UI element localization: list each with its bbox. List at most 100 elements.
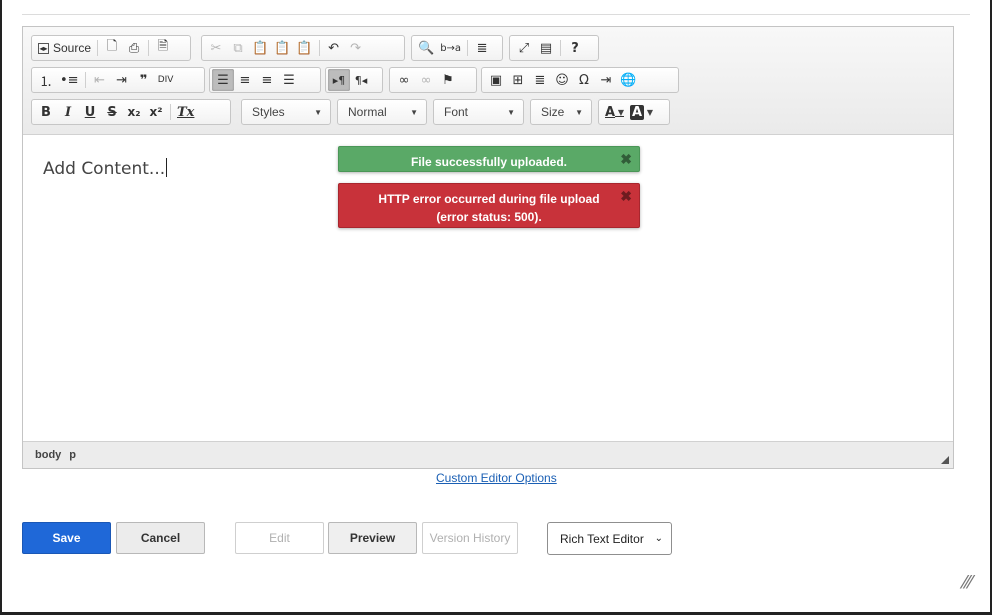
text-direction-ltr-icon[interactable]: ▸¶: [328, 69, 350, 91]
bg-color-icon: A: [630, 104, 645, 120]
align-justify-icon[interactable]: ☰: [278, 69, 300, 91]
align-left-icon[interactable]: ☰: [212, 69, 234, 91]
unlink-icon[interactable]: ∞: [415, 69, 437, 91]
preview-icon[interactable]: 🗋: [101, 37, 123, 59]
subscript-button[interactable]: x₂: [123, 101, 145, 123]
blockquote-icon[interactable]: ❞: [133, 69, 155, 91]
templates-icon[interactable]: 🗎: [152, 37, 174, 59]
toolbar-separator: [97, 40, 99, 56]
print-icon[interactable]: ⎙: [123, 37, 145, 59]
increase-indent-icon[interactable]: ⇥: [111, 69, 133, 91]
toolbar-group-document: ◂▸ Source 🗋 ⎙ 🗎: [31, 35, 191, 61]
replace-icon[interactable]: b→a: [437, 37, 464, 59]
image-icon[interactable]: ▣: [485, 69, 507, 91]
text-color-button[interactable]: A ▼: [602, 101, 627, 123]
chevron-down-icon: ▼: [615, 107, 624, 117]
source-button[interactable]: ◂▸ Source: [35, 37, 94, 59]
styles-dropdown[interactable]: Styles ▼: [241, 99, 331, 125]
bold-button[interactable]: B: [35, 101, 57, 123]
path-item-p[interactable]: p: [69, 449, 76, 461]
toolbar-separator: [318, 40, 320, 56]
strike-button[interactable]: S: [101, 101, 123, 123]
help-icon[interactable]: ?: [564, 37, 586, 59]
chevron-down-icon: ▼: [507, 107, 515, 117]
special-char-icon[interactable]: Ω: [573, 69, 595, 91]
superscript-button[interactable]: x²: [145, 101, 167, 123]
align-right-icon[interactable]: ≡: [256, 69, 278, 91]
paste-word-icon[interactable]: 📋: [293, 37, 315, 59]
horizontal-rule-icon[interactable]: ≣: [529, 69, 551, 91]
toolbar-separator: [148, 40, 150, 56]
editor-placeholder-text: Add Content...: [43, 159, 166, 179]
numbered-list-icon[interactable]: ⒈: [35, 69, 57, 91]
preview-button[interactable]: Preview: [328, 522, 417, 554]
error-notification: HTTP error occurred during file upload (…: [338, 183, 640, 228]
redo-icon[interactable]: ↷: [345, 37, 367, 59]
source-icon: ◂▸: [38, 42, 49, 54]
format-dropdown[interactable]: Normal ▼: [337, 99, 427, 125]
remove-format-button[interactable]: Tx: [174, 101, 197, 123]
editor-type-select[interactable]: Rich Text Editor ⌄: [547, 522, 672, 555]
editor-type-value: Rich Text Editor: [560, 531, 644, 546]
iframe-globe-icon[interactable]: 🌐: [617, 69, 639, 91]
decrease-indent-icon[interactable]: ⇤: [89, 69, 111, 91]
styles-dropdown-label: Styles: [252, 105, 285, 119]
chevron-down-icon: ▼: [314, 107, 322, 117]
chevron-down-icon: ▼: [575, 107, 583, 117]
paste-text-icon[interactable]: 📋: [271, 37, 293, 59]
editor-placeholder: Add Content...: [43, 158, 168, 179]
bg-color-button[interactable]: A ▼: [627, 101, 656, 123]
toolbar-group-colors: A ▼ A ▼: [598, 99, 670, 125]
chevron-down-icon: ▼: [410, 107, 418, 117]
italic-button[interactable]: I: [57, 101, 79, 123]
underline-button[interactable]: U: [79, 101, 101, 123]
toolbar-separator: [467, 40, 469, 56]
anchor-flag-icon[interactable]: ⚑: [437, 69, 459, 91]
find-icon[interactable]: 🔍: [415, 37, 437, 59]
editor-resize-handle[interactable]: [941, 456, 949, 464]
error-message: HTTP error occurred during file upload (…: [378, 192, 600, 224]
toolbar-group-align: ☰ ≡ ≡ ☰: [209, 67, 321, 93]
toolbar-group-tools: ⤢ ▤ ?: [509, 35, 599, 61]
create-div-icon[interactable]: DIV: [155, 69, 177, 91]
path-item-body[interactable]: body: [35, 449, 61, 461]
size-dropdown[interactable]: Size ▼: [530, 99, 592, 125]
toolbar-group-lists: ⒈ •≡ ⇤ ⇥ ❞ DIV: [31, 67, 205, 93]
show-blocks-icon[interactable]: ▤: [535, 37, 557, 59]
close-icon[interactable]: ✖: [620, 150, 632, 168]
spellcheck-icon[interactable]: ≣: [471, 37, 493, 59]
cut-icon[interactable]: ✂: [205, 37, 227, 59]
smiley-icon[interactable]: ☺: [551, 69, 573, 91]
close-icon[interactable]: ✖: [620, 187, 632, 205]
toolbar-group-clipboard: ✂ ⧉ 📋 📋 📋 ↶ ↷: [201, 35, 405, 61]
editor-toolbar: ◂▸ Source 🗋 ⎙ 🗎 ✂ ⧉ 📋 📋 📋 ↶ ↷ 🔍 b→a ≣ ⤢ …: [23, 27, 953, 135]
page-break-icon[interactable]: ⇥: [595, 69, 617, 91]
custom-editor-options-link[interactable]: Custom Editor Options: [436, 471, 557, 485]
toolbar-group-direction: ▸¶ ¶◂: [325, 67, 383, 93]
font-dropdown[interactable]: Font ▼: [433, 99, 524, 125]
toolbar-separator: [170, 104, 171, 120]
chevron-down-icon: ▼: [644, 107, 653, 117]
copy-icon[interactable]: ⧉: [227, 37, 249, 59]
align-center-icon[interactable]: ≡: [234, 69, 256, 91]
text-direction-rtl-icon[interactable]: ¶◂: [350, 69, 372, 91]
success-message: File successfully uploaded.: [410, 155, 568, 169]
chevron-down-icon: ⌄: [654, 533, 663, 544]
format-dropdown-label: Normal: [348, 105, 387, 119]
maximize-icon[interactable]: ⤢: [513, 37, 535, 59]
link-icon[interactable]: ∞: [393, 69, 415, 91]
cancel-button[interactable]: Cancel: [116, 522, 205, 554]
element-path-bar: body p: [23, 441, 953, 468]
paste-icon[interactable]: 📋: [249, 37, 271, 59]
editor-content-area[interactable]: Add Content... File successfully uploade…: [23, 135, 953, 442]
resize-grip-icon[interactable]: ⁄⁄⁄: [963, 572, 972, 593]
toolbar-group-insert: ▣ ⊞ ≣ ☺ Ω ⇥ 🌐: [481, 67, 679, 93]
version-history-button[interactable]: Version History: [422, 522, 518, 554]
bulleted-list-icon[interactable]: •≡: [57, 69, 82, 91]
edit-button[interactable]: Edit: [235, 522, 324, 554]
save-button[interactable]: Save: [22, 522, 111, 554]
toolbar-group-links: ∞ ∞ ⚑: [389, 67, 477, 93]
source-label: Source: [53, 41, 92, 55]
undo-icon[interactable]: ↶: [323, 37, 345, 59]
table-icon[interactable]: ⊞: [507, 69, 529, 91]
